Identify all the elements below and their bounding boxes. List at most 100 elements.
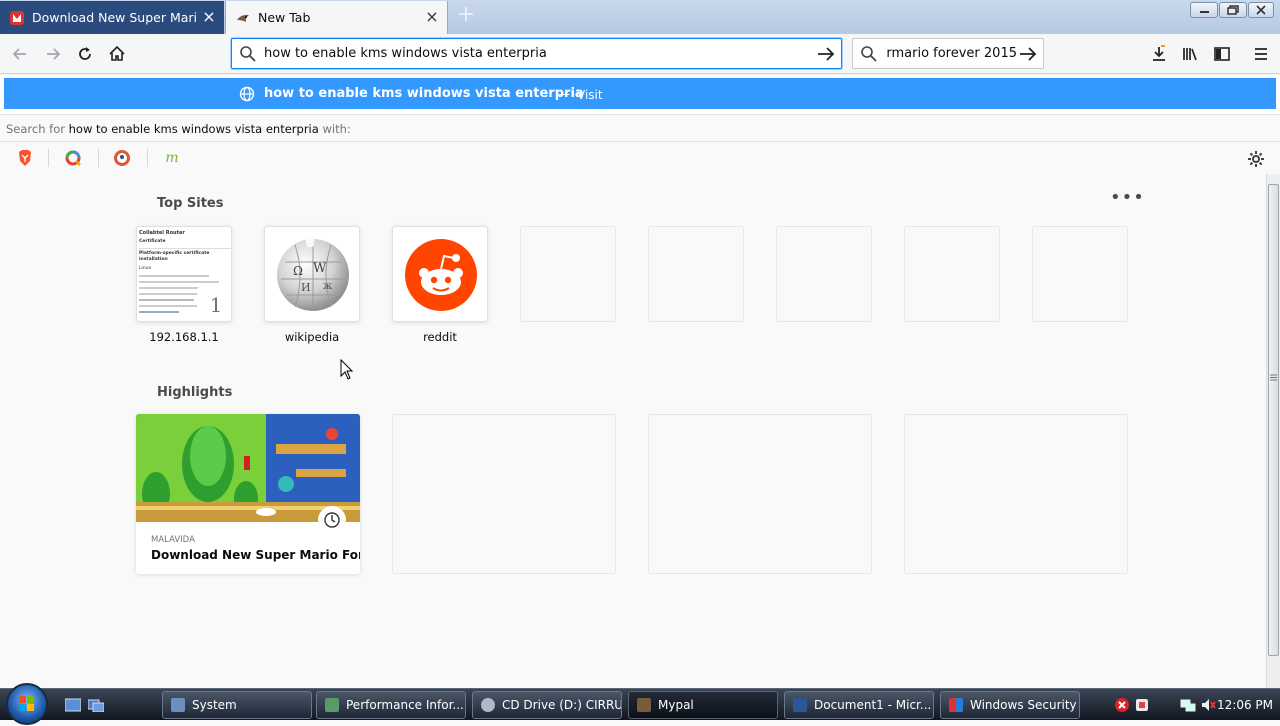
menu-button[interactable] <box>1250 43 1272 65</box>
suggestion-title: how to enable kms windows vista enterpri… <box>264 86 584 101</box>
search-settings-gear-icon[interactable] <box>1246 149 1266 169</box>
url-suggestions-popup: how to enable kms windows vista enterpri… <box>0 75 1280 174</box>
taskbar-item-label: Document1 - Micr... <box>814 698 932 712</box>
taskbar-item-label: Windows Security ... <box>970 698 1080 712</box>
search-for-label: Search for how to enable kms windows vis… <box>6 122 351 136</box>
top-site-empty-slot <box>776 226 872 322</box>
tab-mario[interactable]: Download New Super Mario Fo × <box>0 1 224 34</box>
home-icon <box>109 45 125 61</box>
reddit-logo-icon <box>405 239 477 311</box>
word-document-icon <box>793 698 807 712</box>
grip-icon <box>1270 374 1277 381</box>
svg-text:ж: ж <box>323 281 333 292</box>
router-preview-line: Collabtel Router <box>139 230 185 236</box>
taskbar-item[interactable]: Document1 - Micr... <box>784 691 934 719</box>
switch-windows-icon[interactable] <box>88 698 104 712</box>
top-sites-heading: Top Sites <box>157 196 224 211</box>
highlight-title: Download New Super Mario For... <box>151 548 360 562</box>
windows-logo-icon <box>19 696 34 711</box>
navigation-toolbar: how to enable kms windows vista enterpri… <box>0 34 1280 74</box>
svg-text:Ω: Ω <box>293 264 303 278</box>
library-button[interactable] <box>1179 43 1201 65</box>
highlight-empty-slot <box>904 414 1128 574</box>
taskbar-item[interactable]: CD Drive (D:) CIRRUS <box>472 691 622 719</box>
search-bar[interactable]: e rmario forever 2015 <box>852 38 1044 69</box>
back-button[interactable] <box>9 43 31 65</box>
url-input-text[interactable]: how to enable kms windows vista enterpri… <box>264 46 547 61</box>
search-engine-duckduckgo[interactable] <box>112 148 132 168</box>
tab-strip: Download New Super Mario Fo × New Tab × … <box>0 0 1280 34</box>
search-engine-qwant[interactable] <box>63 148 83 168</box>
brave-icon <box>19 150 31 166</box>
windows-taskbar: System Performance Infor... CD Drive (D:… <box>0 683 1280 725</box>
top-site-label[interactable]: wikipedia <box>264 330 360 344</box>
top-site-tile-wikipedia[interactable]: Ω W И ж <box>264 226 360 322</box>
top-site-index-badge: 1 <box>197 287 231 321</box>
system-icon <box>171 698 185 712</box>
highlight-type-badge <box>318 506 346 534</box>
taskbar-item[interactable]: System <box>162 691 312 719</box>
taskbar-item[interactable]: Windows Security ... <box>940 691 1080 719</box>
highlight-empty-slot <box>392 414 616 574</box>
highlights-heading: Highlights <box>157 385 233 400</box>
vertical-scrollbar[interactable] <box>1266 174 1280 688</box>
security-alert-icon[interactable] <box>1114 697 1130 713</box>
cd-drive-icon <box>481 698 495 712</box>
suggestion-separator: — <box>558 87 570 101</box>
forward-button[interactable] <box>42 43 64 65</box>
search-engine-mojeek[interactable]: m <box>162 148 182 168</box>
search-engine-row: m <box>0 141 1280 175</box>
top-site-empty-slot <box>1032 226 1128 322</box>
reload-icon <box>79 47 91 60</box>
top-site-tile-reddit[interactable] <box>392 226 488 322</box>
search-icon <box>240 46 256 62</box>
top-site-label[interactable]: reddit <box>392 330 488 344</box>
arrow-right-icon <box>47 48 61 60</box>
search-go-arrow-icon[interactable] <box>1017 43 1039 65</box>
tab-close-icon[interactable]: × <box>425 9 439 25</box>
window-restore-button[interactable] <box>1219 2 1247 18</box>
wikipedia-logo-icon: Ω W И ж <box>277 237 349 311</box>
search-input-text[interactable]: e rmario forever 2015 <box>883 46 1017 61</box>
search-for-prefix: Search for <box>6 122 65 136</box>
search-engine-brave[interactable] <box>15 148 35 168</box>
new-tab-plus-icon[interactable]: + <box>455 4 477 27</box>
window-close-button[interactable] <box>1248 2 1274 18</box>
highlight-card[interactable]: MALAVIDA Download New Super Mario For... <box>136 414 360 574</box>
url-bar[interactable]: how to enable kms windows vista enterpri… <box>231 38 842 69</box>
home-button[interactable] <box>106 43 128 65</box>
go-arrow-icon[interactable] <box>815 43 837 65</box>
reload-button[interactable] <box>74 43 96 65</box>
sidebar-button[interactable] <box>1211 43 1233 65</box>
engine-separator <box>98 149 99 167</box>
network-icon[interactable] <box>1180 697 1196 713</box>
taskbar-clock[interactable]: 12:06 PM <box>1217 698 1273 712</box>
search-icon <box>861 46 877 62</box>
taskbar-item-label: System <box>192 698 237 712</box>
top-site-label[interactable]: 192.168.1.1 <box>136 330 232 344</box>
tray-app-icon[interactable] <box>1134 697 1150 713</box>
volume-muted-icon[interactable] <box>1200 697 1216 713</box>
download-icon <box>1153 45 1165 61</box>
close-icon <box>1256 5 1266 15</box>
top-site-tile-router[interactable]: Collabtel Router Certificate Platform-sp… <box>136 226 232 322</box>
scrollbar-thumb[interactable] <box>1268 184 1279 656</box>
window-minimize-button[interactable] <box>1190 2 1218 18</box>
tab-close-icon[interactable]: × <box>202 9 216 25</box>
suggestion-row[interactable]: how to enable kms windows vista enterpri… <box>4 78 1276 109</box>
search-for-suffix: with: <box>322 122 351 136</box>
more-options-icon[interactable]: ••• <box>1110 189 1144 209</box>
top-site-empty-slot <box>904 226 1000 322</box>
taskbar-item-active[interactable]: Mypal <box>628 691 778 719</box>
restore-icon <box>1227 5 1239 15</box>
start-button[interactable] <box>6 683 48 725</box>
downloads-button[interactable] <box>1148 43 1170 65</box>
mojeek-icon: m <box>165 150 179 166</box>
show-desktop-icon[interactable] <box>65 698 81 712</box>
duckduckgo-icon <box>114 150 130 166</box>
clock-icon <box>324 512 340 528</box>
taskbar-item[interactable]: Performance Infor... <box>316 691 466 719</box>
one-off-search-panel: Search for how to enable kms windows vis… <box>0 114 1280 174</box>
windows-security-shield-icon <box>949 698 963 712</box>
tab-new-tab[interactable]: New Tab × <box>225 1 448 34</box>
